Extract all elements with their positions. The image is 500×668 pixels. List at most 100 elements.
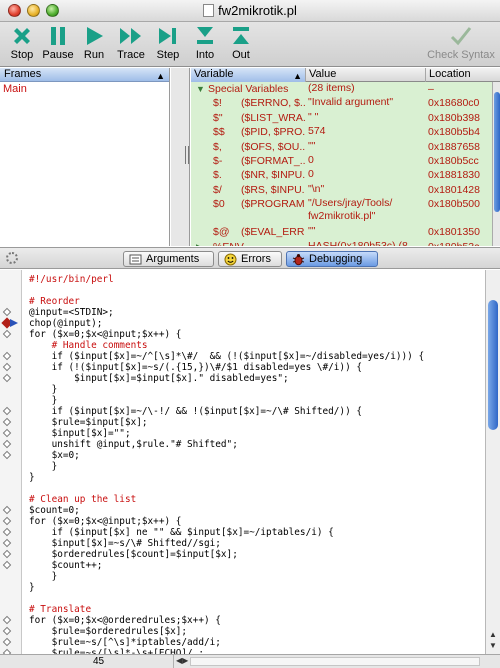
tab-debugging[interactable]: Debugging: [286, 251, 378, 267]
splitter-grip-icon[interactable]: [185, 146, 189, 164]
variable-group-special[interactable]: ▼ Special Variables (28 items) –: [191, 82, 492, 96]
gutter-cell[interactable]: [0, 604, 22, 615]
column-value[interactable]: Value: [306, 68, 426, 82]
gutter-cell[interactable]: [0, 296, 22, 307]
variable-row[interactable]: $, ($OFS, $OU... "" 0x1887658: [191, 140, 492, 154]
code-line[interactable]: $input[$x]="";: [23, 428, 485, 439]
breakpoint-slot-icon[interactable]: [2, 351, 12, 361]
column-variable[interactable]: Variable ▲: [191, 68, 306, 82]
gutter-cell[interactable]: [0, 373, 22, 384]
code-line[interactable]: # Translate: [23, 604, 485, 615]
scroll-up-arrow-icon[interactable]: ▲: [489, 630, 497, 639]
breakpoint-slot-icon[interactable]: [2, 538, 12, 548]
code-line[interactable]: $count=0;: [23, 505, 485, 516]
breakpoint-slot-icon[interactable]: [2, 439, 12, 449]
editor-scrollbar[interactable]: ▲ ▼: [485, 270, 500, 654]
gutter-cell[interactable]: [0, 439, 22, 450]
gutter-cell[interactable]: [0, 340, 22, 351]
variable-row-env[interactable]: ▶ %ENVHASH(0x180b53c) (8 0x180b53c: [191, 240, 492, 246]
code-line[interactable]: # Handle comments: [23, 340, 485, 351]
breakpoint-slot-icon[interactable]: [2, 428, 12, 438]
stepper-arrows-icon[interactable]: ◀▶: [176, 656, 188, 665]
variable-row[interactable]: $! ($ERRNO, $... "Invalid argument" 0x18680…: [191, 96, 492, 110]
breakpoint-slot-icon[interactable]: [2, 527, 12, 537]
code-line[interactable]: }: [23, 571, 485, 582]
variable-row[interactable]: $- ($FORMAT_... 0 0x180b5cc: [191, 154, 492, 168]
check-syntax-button[interactable]: Check Syntax: [424, 24, 498, 61]
gutter-cell[interactable]: [0, 384, 22, 395]
gutter-cell[interactable]: [0, 351, 22, 362]
gutter-cell[interactable]: [0, 329, 22, 340]
code-line[interactable]: unshift @input,$rule."# Shifted";: [23, 439, 485, 450]
code-line[interactable]: for ($x=0;$x<@input;$x++) {: [23, 329, 485, 340]
disclosure-closed-icon[interactable]: ▶: [196, 240, 203, 246]
gutter-cell[interactable]: [0, 637, 22, 648]
code-line[interactable]: }: [23, 461, 485, 472]
code-line[interactable]: [23, 593, 485, 604]
gutter-cell[interactable]: [0, 362, 22, 373]
gutter-cell[interactable]: [0, 317, 22, 329]
scroll-thumb[interactable]: [488, 300, 498, 430]
variable-row[interactable]: $. ($NR, $INPU... 0 0x1881830: [191, 168, 492, 182]
code-line[interactable]: if (!($input[$x]=~s/(.{15,})\#/$1 disabl…: [23, 362, 485, 373]
pane-splitter[interactable]: [171, 68, 190, 246]
breakpoint-slot-icon[interactable]: [2, 373, 12, 383]
breakpoint-slot-icon[interactable]: [2, 560, 12, 570]
frame-item-main[interactable]: Main: [0, 82, 169, 96]
scroll-down-arrow-icon[interactable]: ▼: [489, 641, 497, 650]
code-line[interactable]: if ($input[$x] ne "" && $input[$x]=~/ipt…: [23, 527, 485, 538]
breakpoint-slot-icon[interactable]: [2, 307, 12, 317]
tab-errors[interactable]: Errors: [218, 251, 282, 267]
variable-row[interactable]: $$ ($PID, $PRO... 574 0x180b5b4: [191, 125, 492, 139]
gutter-cell[interactable]: [0, 483, 22, 494]
gutter-cell[interactable]: [0, 494, 22, 505]
disclosure-open-icon[interactable]: ▼: [196, 82, 205, 96]
code-line[interactable]: for ($x=0;$x<@input;$x++) {: [23, 516, 485, 527]
gutter-cell[interactable]: [0, 461, 22, 472]
code-line[interactable]: [23, 483, 485, 494]
step-out-button[interactable]: Out: [219, 24, 263, 61]
code-line[interactable]: $rule=~s/[^\s]*iptables/add/i;: [23, 637, 485, 648]
scroll-thumb[interactable]: [494, 92, 500, 212]
breakpoint-slot-icon[interactable]: [2, 626, 12, 636]
code-line[interactable]: $x=0;: [23, 450, 485, 461]
gutter-cell[interactable]: [0, 516, 22, 527]
horizontal-scrollbar[interactable]: [190, 657, 480, 666]
gutter-cell[interactable]: [0, 450, 22, 461]
code-line[interactable]: @input=<STDIN>;: [23, 307, 485, 318]
gutter-cell[interactable]: [0, 395, 22, 406]
gutter-cell[interactable]: [0, 582, 22, 593]
breakpoint-slot-icon[interactable]: [2, 329, 12, 339]
code-line[interactable]: if ($input[$x]=~/^[\s]*\#/ && (!($input[…: [23, 351, 485, 362]
code-line[interactable]: chop(@input);: [23, 318, 485, 329]
code-line[interactable]: if ($input[$x]=~/\-!/ && !($input[$x]=~/…: [23, 406, 485, 417]
gutter-cell[interactable]: [0, 527, 22, 538]
breakpoint-slot-icon[interactable]: [2, 450, 12, 460]
gutter-cell[interactable]: [0, 615, 22, 626]
variable-row[interactable]: $@ ($EVAL_ERR..."" 0x1801350: [191, 225, 492, 239]
variables-scrollbar[interactable]: [492, 82, 500, 246]
gutter-cell[interactable]: [0, 560, 22, 571]
gutter-cell[interactable]: [0, 285, 22, 296]
gutter-cell[interactable]: [0, 571, 22, 582]
breakpoint-gutter[interactable]: [0, 270, 22, 658]
column-location[interactable]: Location: [426, 68, 492, 82]
gutter-cell[interactable]: [0, 538, 22, 549]
gutter-cell[interactable]: [0, 505, 22, 516]
code-line[interactable]: }: [23, 384, 485, 395]
breakpoint-slot-icon[interactable]: [2, 549, 12, 559]
code-line[interactable]: [23, 285, 485, 296]
code-line[interactable]: for ($x=0;$x<@orderedrules;$x++) {: [23, 615, 485, 626]
code-line[interactable]: $rule=$orderedrules[$x];: [23, 626, 485, 637]
variable-row[interactable]: $0 ($PROGRAM..."/Users/jray/Tools/ fw2mik…: [191, 197, 492, 225]
breakpoint-slot-icon[interactable]: [2, 637, 12, 647]
gutter-cell[interactable]: [0, 307, 22, 318]
gutter-cell[interactable]: [0, 428, 22, 439]
breakpoint-slot-icon[interactable]: [2, 362, 12, 372]
breakpoint-slot-icon[interactable]: [2, 615, 12, 625]
breakpoint-slot-icon[interactable]: [2, 516, 12, 526]
code-line[interactable]: }: [23, 472, 485, 483]
variable-row[interactable]: $" ($LIST_WRA... " " 0x180b398: [191, 111, 492, 125]
tab-arguments[interactable]: Arguments: [123, 251, 214, 267]
breakpoint-slot-icon[interactable]: [2, 417, 12, 427]
